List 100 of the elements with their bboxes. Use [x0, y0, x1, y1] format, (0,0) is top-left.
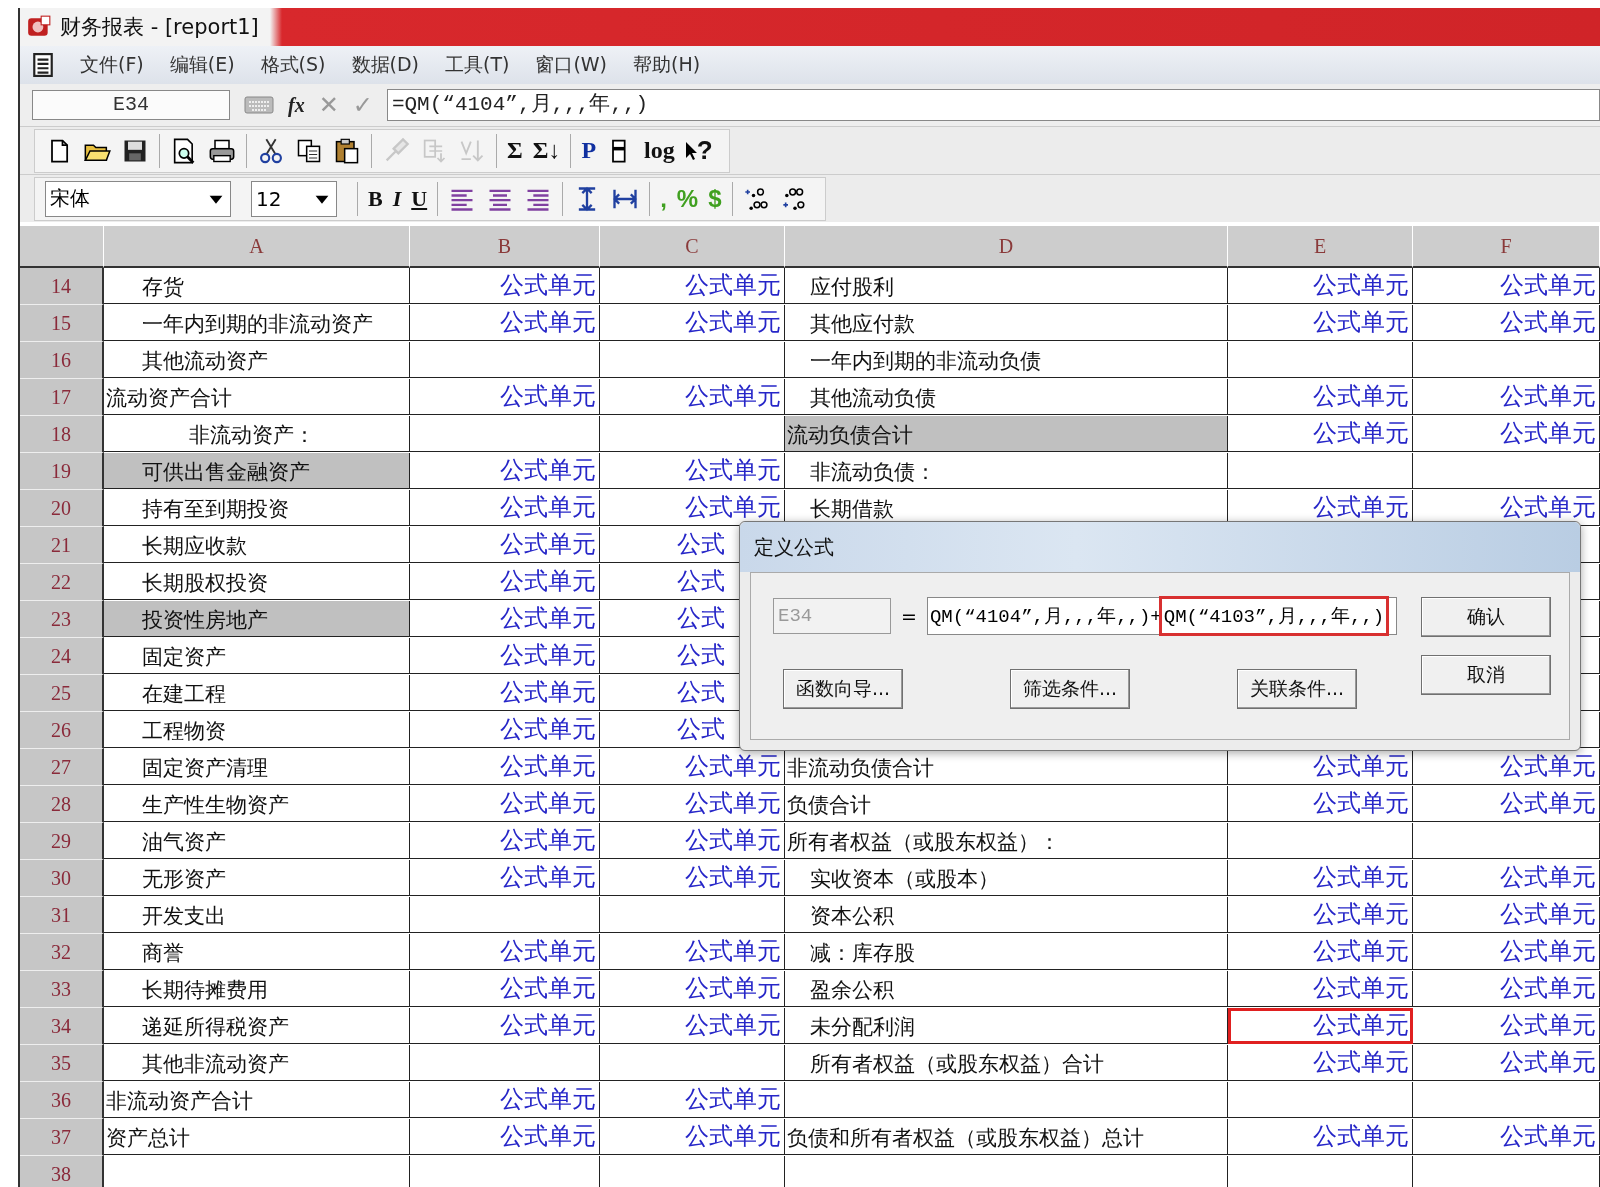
- row-number[interactable]: 28: [20, 786, 104, 823]
- table-cell: 公式单元: [600, 1082, 785, 1118]
- table-cell: 公式单元: [410, 971, 600, 1007]
- row-number[interactable]: 36: [20, 1082, 104, 1119]
- row-number[interactable]: 23: [20, 601, 104, 638]
- row-number[interactable]: 32: [20, 934, 104, 971]
- menu-item[interactable]: 工具(T): [444, 52, 510, 78]
- table-cell: 公式单元: [600, 860, 785, 896]
- menu-item[interactable]: 数据(D): [351, 52, 419, 78]
- row-number[interactable]: 20: [20, 490, 104, 527]
- column-header[interactable]: D: [785, 226, 1228, 268]
- table-cell: 减：库存股: [785, 934, 1228, 970]
- table-cell: 公式单元: [600, 1008, 785, 1044]
- row-number[interactable]: 19: [20, 453, 104, 490]
- dialog-button[interactable]: 函数向导...: [783, 669, 904, 709]
- column-header[interactable]: E: [1228, 226, 1413, 268]
- row-number[interactable]: 38: [20, 1156, 104, 1187]
- table-cell: 公式单元: [600, 268, 785, 304]
- font-select[interactable]: 宋体: [45, 180, 231, 217]
- row-number[interactable]: 35: [20, 1045, 104, 1082]
- window-title: 财务报表 - [report1]: [60, 14, 259, 41]
- menu-item[interactable]: 编辑(E): [169, 52, 235, 78]
- table-cell: 工程物资: [104, 712, 410, 748]
- table-cell: 公式单元: [410, 823, 600, 859]
- row-number[interactable]: 18: [20, 416, 104, 453]
- column-header[interactable]: B: [410, 226, 600, 268]
- toolbar-button[interactable]: P: [581, 137, 597, 164]
- number-format-button[interactable]: %: [676, 184, 699, 213]
- menu-item[interactable]: 格式(S): [260, 52, 326, 78]
- row-number[interactable]: 16: [20, 342, 104, 379]
- row-number[interactable]: 33: [20, 971, 104, 1008]
- table-cell: 公式单元: [410, 860, 600, 896]
- scissors-icon[interactable]: [257, 136, 285, 165]
- table-cell: 公式单元: [410, 490, 600, 526]
- row-number[interactable]: 14: [20, 268, 104, 305]
- number-format-button[interactable]: ,: [660, 184, 667, 213]
- menu-item[interactable]: 帮助(H): [633, 52, 701, 78]
- row-number[interactable]: 37: [20, 1119, 104, 1156]
- row-number[interactable]: 26: [20, 712, 104, 749]
- column-header[interactable]: A: [104, 226, 410, 268]
- dialog-button[interactable]: 确认: [1421, 597, 1551, 637]
- table-cell: 流动负债合计: [785, 416, 1228, 452]
- table-cell: 长期待摊费用: [104, 971, 410, 1007]
- table-cell: 公式单元: [1413, 971, 1600, 1007]
- row-number[interactable]: 30: [20, 860, 104, 897]
- dialog-button[interactable]: 取消: [1421, 655, 1551, 695]
- table-cell: 公式单元: [1228, 860, 1413, 896]
- table-cell: 公式单元: [1228, 268, 1413, 304]
- table-cell: 公式单元: [410, 934, 600, 970]
- italic-button[interactable]: I: [392, 185, 402, 212]
- dialog-button[interactable]: 筛选条件...: [1009, 669, 1131, 709]
- number-format-button[interactable]: $: [708, 184, 722, 213]
- dialog-button[interactable]: 关联条件...: [1236, 669, 1357, 709]
- toolbar-button[interactable]: log: [644, 137, 675, 164]
- column-header[interactable]: F: [1413, 226, 1600, 268]
- row-number[interactable]: 24: [20, 638, 104, 675]
- column-header[interactable]: C: [600, 226, 785, 268]
- formula-field[interactable]: =QM(“4104”,月,,,年,,): [386, 89, 1600, 121]
- menu-item[interactable]: 窗口(W): [535, 52, 608, 78]
- cell-name-field[interactable]: E34: [32, 90, 230, 120]
- table-cell: 负债和所有者权益（或股东权益）总计: [785, 1119, 1228, 1155]
- table-cell: 公式单元: [600, 971, 785, 1007]
- table-cell: 可供出售金融资产: [104, 453, 410, 489]
- table-cell: 盈余公积: [785, 971, 1228, 1007]
- row-number[interactable]: 34: [20, 1008, 104, 1045]
- table-cell: 商誉: [104, 934, 410, 970]
- font-size-select[interactable]: 12: [251, 180, 337, 217]
- row-number[interactable]: 21: [20, 527, 104, 564]
- row-number[interactable]: 27: [20, 749, 104, 786]
- bold-button[interactable]: B: [368, 185, 383, 212]
- table-cell: 公式单元: [410, 527, 600, 563]
- menu-item[interactable]: 文件(F): [80, 52, 144, 78]
- formula-field[interactable]: QM(“4104”,月,,,年,,)+QM(“4103”,月,,,年,,): [926, 597, 1397, 635]
- table-cell: 公式单元: [410, 749, 600, 785]
- table-cell: 公式单元: [600, 786, 785, 822]
- function-button[interactable]: fx: [288, 93, 305, 117]
- table-cell: 公式单元: [1413, 416, 1600, 452]
- clipboard-icon[interactable]: [333, 136, 361, 165]
- toolbar-button[interactable]: Σ: [507, 137, 523, 164]
- select-all-corner[interactable]: [20, 226, 104, 268]
- toolbar-button[interactable]: Σ↓: [532, 137, 561, 164]
- table-cell: 公式单元: [1413, 897, 1600, 933]
- table-cell: 公式单元: [410, 453, 600, 489]
- row-number[interactable]: 25: [20, 675, 104, 712]
- table-cell: 公式单元: [410, 638, 600, 674]
- row-number[interactable]: 15: [20, 305, 104, 342]
- table-cell: 公式单元: [1228, 934, 1413, 970]
- row-number[interactable]: 17: [20, 379, 104, 416]
- row-number[interactable]: 22: [20, 564, 104, 601]
- pointer-icon: [684, 139, 697, 162]
- table-cell: 递延所得税资产: [104, 1008, 410, 1044]
- row-number[interactable]: 29: [20, 823, 104, 860]
- table-cell: 公式单元: [600, 934, 785, 970]
- table-cell: 公式单元: [600, 453, 785, 489]
- row-number[interactable]: 31: [20, 897, 104, 934]
- table-cell: 其他流动资产: [104, 342, 410, 378]
- help-button[interactable]: ?: [684, 135, 713, 166]
- document-icon[interactable]: [32, 53, 54, 77]
- table-cell: 未分配利润: [785, 1008, 1228, 1044]
- underline-button[interactable]: U: [411, 185, 428, 212]
